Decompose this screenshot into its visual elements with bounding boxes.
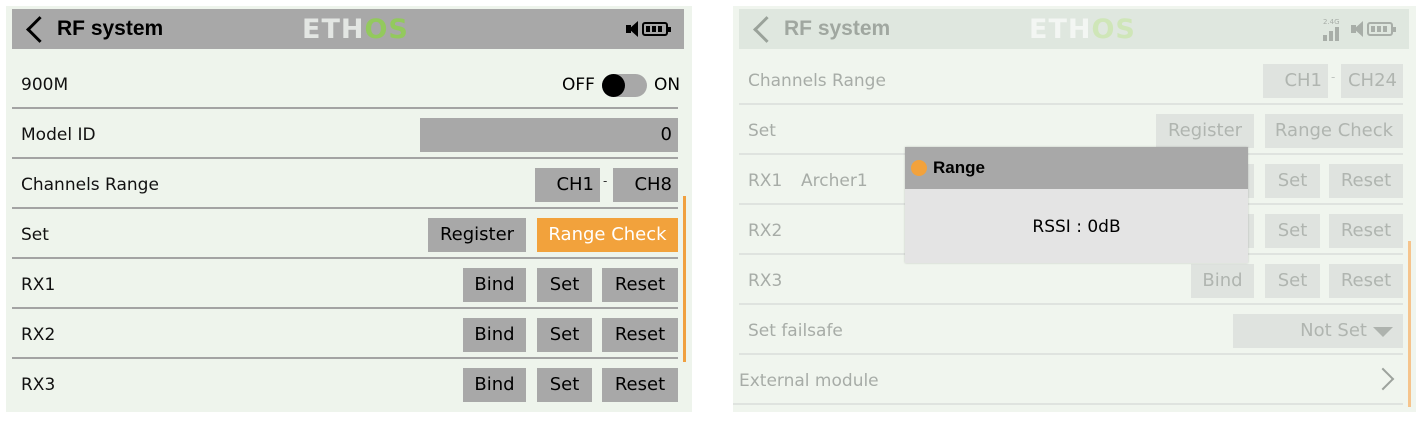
- range-check-button[interactable]: Range Check: [537, 218, 678, 252]
- set-label: Set: [21, 225, 49, 245]
- channel-from-field[interactable]: CH1: [1263, 64, 1328, 98]
- rx2-label: RX2: [748, 221, 783, 241]
- failsafe-select[interactable]: Not Set: [1233, 314, 1403, 348]
- rssi-readout: RSSI : 0dB: [1032, 217, 1121, 237]
- rx1-set-button[interactable]: Set: [537, 268, 592, 302]
- band-toggle[interactable]: [602, 74, 647, 97]
- failsafe-label: Set failsafe: [748, 321, 843, 341]
- rx1-label: RX1: [21, 275, 56, 295]
- channel-to-field[interactable]: CH8: [613, 168, 678, 202]
- range-dash: -: [1331, 70, 1336, 84]
- rx3-label: RX3: [748, 271, 783, 291]
- rx1-reset-button[interactable]: Reset: [602, 268, 678, 302]
- row-rx2: RX2 Bind Set Reset: [12, 311, 678, 359]
- caret-down-icon: [1373, 327, 1393, 337]
- right-screen: RF system ETHOS 2.4G Channels Range CH1 …: [733, 6, 1416, 412]
- register-button[interactable]: Register: [1156, 114, 1254, 148]
- failsafe-value: Not Set: [1300, 320, 1367, 341]
- title-bar: RF system ETHOS 2.4G: [739, 9, 1409, 49]
- scrollbar[interactable]: [1408, 241, 1411, 407]
- rx3-bind-button[interactable]: Bind: [1191, 264, 1254, 298]
- toggle-knob: [602, 74, 625, 97]
- rx3-reset-button[interactable]: Reset: [1329, 264, 1403, 298]
- back-arrow-icon[interactable]: [753, 15, 780, 43]
- rx2-reset-button[interactable]: Reset: [602, 318, 678, 352]
- register-button[interactable]: Register: [428, 218, 526, 252]
- range-dash: -: [603, 174, 608, 188]
- rx1-bind-button[interactable]: Bind: [463, 268, 526, 302]
- signal-icon: 2.4G: [1321, 18, 1343, 41]
- rx2-set-button[interactable]: Set: [537, 318, 592, 352]
- row-set: Set Register Range Check: [12, 211, 678, 259]
- rx3-bind-button[interactable]: Bind: [463, 368, 526, 402]
- range-dialog: Range RSSI : 0dB: [905, 147, 1248, 263]
- rx1-receiver-name: Archer1: [801, 171, 868, 191]
- row-channels-range: Channels Range CH1 - CH8: [12, 161, 678, 209]
- chevron-right-icon: [1371, 367, 1395, 391]
- model-id-field[interactable]: 0: [420, 118, 678, 152]
- channel-to-field[interactable]: CH24: [1341, 64, 1403, 98]
- channel-from-field[interactable]: CH1: [535, 168, 600, 202]
- rx2-label: RX2: [21, 325, 56, 345]
- row-external-module[interactable]: External module: [733, 357, 1403, 405]
- rx3-label: RX3: [21, 375, 56, 395]
- back-arrow-icon[interactable]: [26, 15, 53, 43]
- toggle-off-label: OFF: [562, 75, 595, 95]
- title-bar: RF system ETHOS: [12, 9, 684, 49]
- row-failsafe: Set failsafe Not Set: [739, 307, 1403, 355]
- channels-range-label: Channels Range: [21, 175, 159, 195]
- row-rx3: RX3 Bind Set Reset: [739, 257, 1403, 305]
- range-check-button[interactable]: Range Check: [1265, 114, 1403, 148]
- dialog-title: Range: [933, 158, 985, 177]
- ethos-logo: ETHOS: [302, 14, 409, 45]
- row-model-id: Model ID 0: [12, 111, 678, 159]
- info-icon: [911, 160, 927, 176]
- rx3-set-button[interactable]: Set: [1265, 264, 1320, 298]
- rx3-set-button[interactable]: Set: [537, 368, 592, 402]
- rx1-label: RX1: [748, 171, 783, 191]
- left-screen: RF system ETHOS 900M OFF ON Model ID 0 C…: [6, 6, 692, 412]
- row-channels-range: Channels Range CH1 - CH24: [739, 57, 1403, 105]
- battery-icon: [642, 22, 671, 36]
- speaker-icon: [1351, 21, 1363, 37]
- external-module-label: External module: [739, 371, 879, 391]
- toggle-on-label: ON: [654, 75, 681, 95]
- signal-band-label: 2.4G: [1323, 18, 1340, 26]
- battery-icon: [1367, 22, 1396, 36]
- set-label: Set: [748, 121, 776, 141]
- ethos-logo: ETHOS: [1029, 14, 1136, 45]
- page-title: RF system: [784, 17, 891, 40]
- scrollbar[interactable]: [683, 196, 686, 362]
- rx2-set-button[interactable]: Set: [1265, 214, 1320, 248]
- band-label: 900M: [21, 75, 69, 95]
- rx1-reset-button[interactable]: Reset: [1329, 164, 1403, 198]
- dialog-header: Range: [905, 147, 1248, 189]
- rx2-bind-button[interactable]: Bind: [463, 318, 526, 352]
- row-band: 900M OFF ON: [12, 61, 681, 109]
- row-rx3: RX3 Bind Set Reset: [12, 361, 678, 409]
- rx2-reset-button[interactable]: Reset: [1329, 214, 1403, 248]
- page-title: RF system: [57, 17, 164, 40]
- channels-range-label: Channels Range: [748, 71, 886, 91]
- rx1-set-button[interactable]: Set: [1265, 164, 1320, 198]
- model-id-label: Model ID: [21, 125, 96, 145]
- row-rx1: RX1 Bind Set Reset: [12, 261, 678, 309]
- speaker-icon: [626, 21, 638, 37]
- rx3-reset-button[interactable]: Reset: [602, 368, 678, 402]
